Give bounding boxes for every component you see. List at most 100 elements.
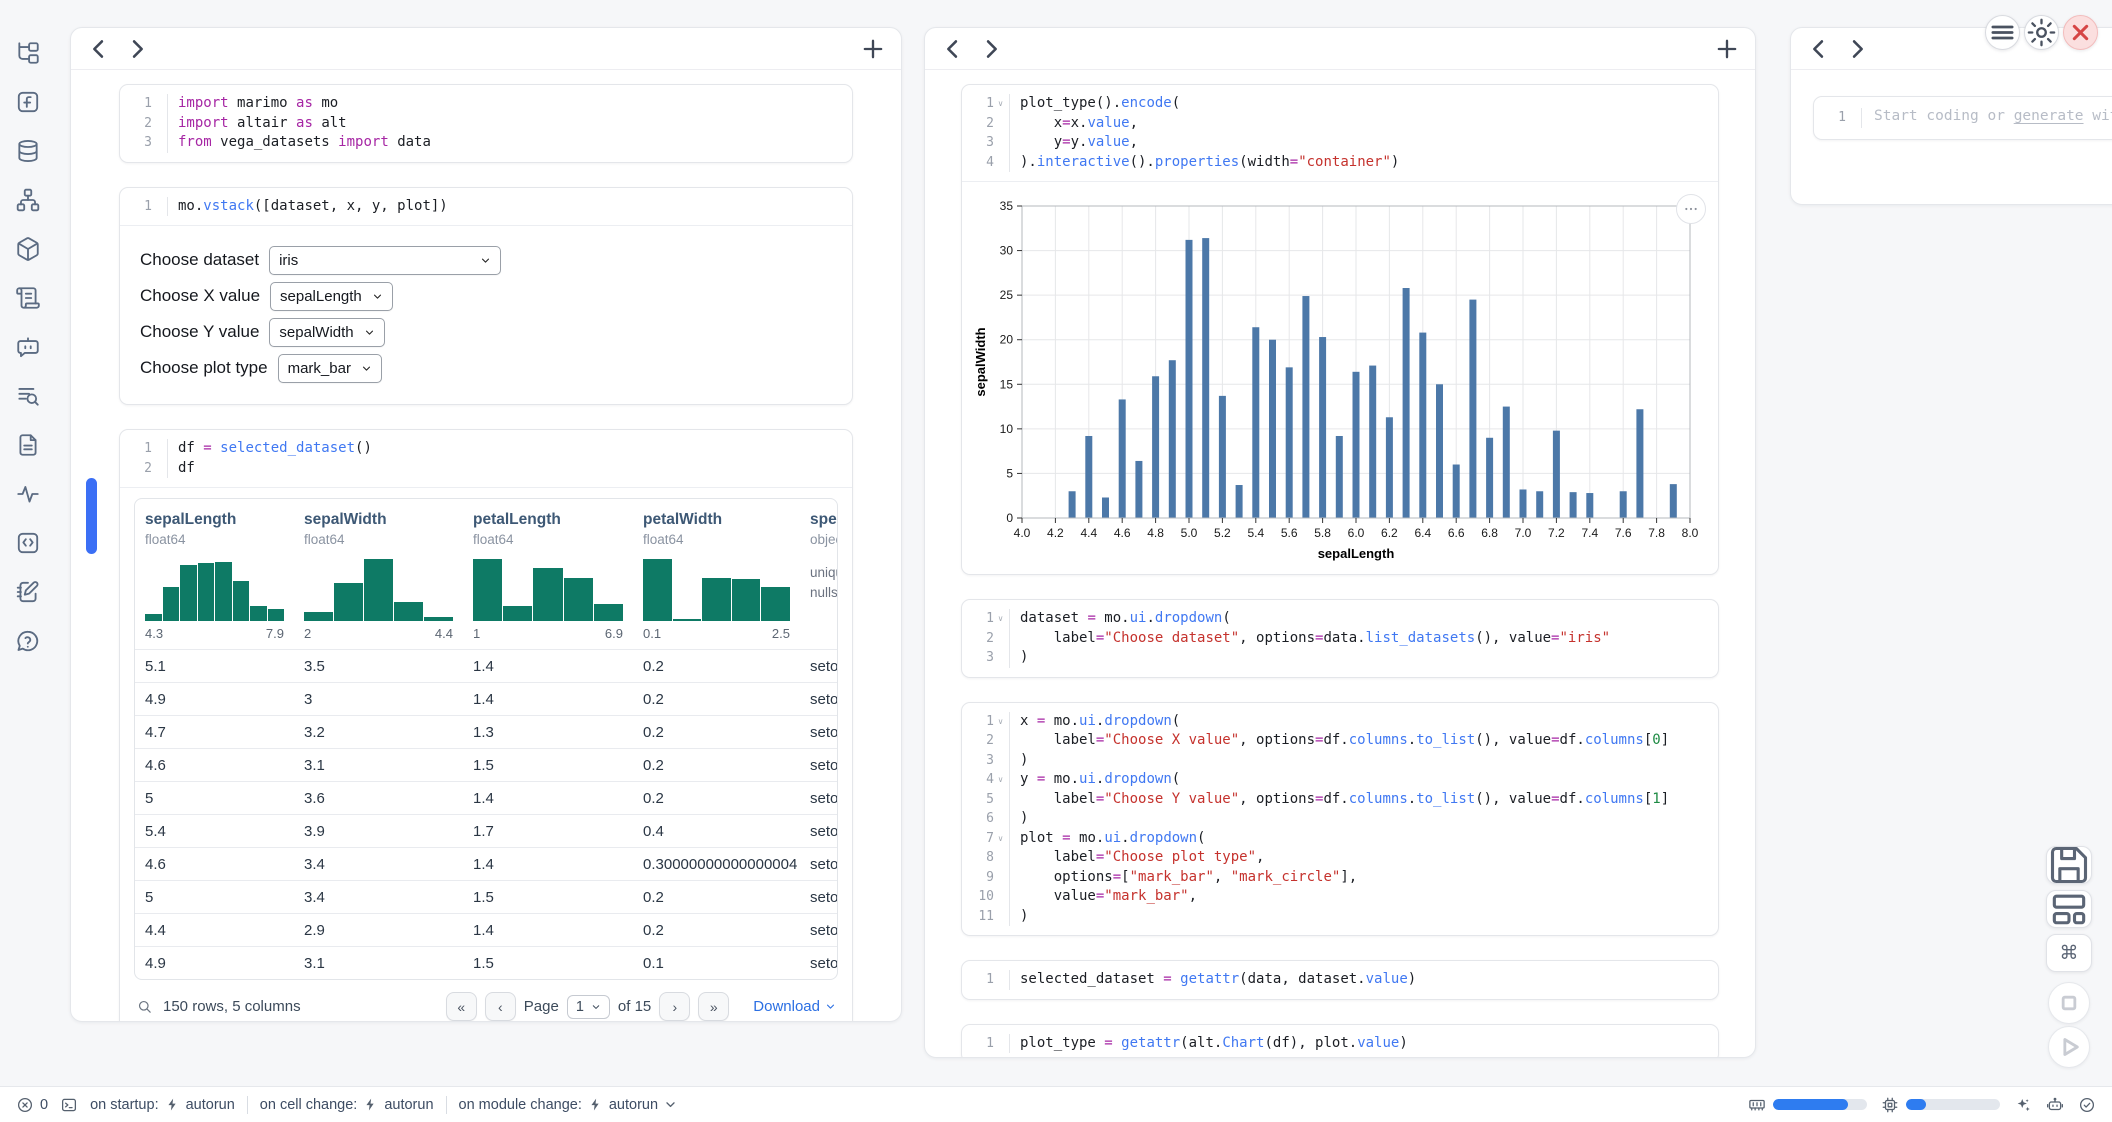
line-number: 4 xyxy=(968,155,994,170)
column-dtype: float64 xyxy=(304,532,453,547)
config-label: on module change: xyxy=(459,1097,582,1113)
code-line: plot = mo.ui.dropdown( xyxy=(1020,829,1706,849)
terminal-button[interactable] xyxy=(60,1096,78,1114)
runtime-config-1[interactable]: on startup:autorun xyxy=(90,1097,235,1113)
table-row: 53.61.40.2setosa xyxy=(135,781,837,814)
table-cell: setosa xyxy=(800,757,838,774)
ai-assistant-button[interactable] xyxy=(2014,1096,2032,1114)
table-cell: 3.1 xyxy=(294,757,463,774)
table-cell: 3.5 xyxy=(294,658,463,675)
code-editor-dataset[interactable]: 1∨23dataset = mo.ui.dropdown( label="Cho… xyxy=(962,600,1718,677)
sidebar-item-scratchpad[interactable] xyxy=(15,579,41,605)
dropdown-choose-dataset[interactable]: iris xyxy=(269,246,501,275)
column-range: 0.12.5 xyxy=(643,626,790,641)
connection-status-button[interactable] xyxy=(2078,1096,2096,1114)
bar-chart[interactable]: 4.04.24.44.64.85.05.25.45.65.86.06.26.46… xyxy=(972,194,1712,566)
sidebar-item-tracing[interactable] xyxy=(15,481,41,507)
code-editor-vstack[interactable]: 1mo.vstack([dataset, x, y, plot]) xyxy=(120,188,852,226)
table-cell: 5.1 xyxy=(135,658,294,675)
chart-menu-button[interactable] xyxy=(1676,194,1706,224)
layout-toggle-button[interactable] xyxy=(2046,890,2092,928)
last-page-button[interactable]: » xyxy=(698,992,729,1021)
stop-kernel-button[interactable] xyxy=(2048,982,2090,1024)
code-line: mo.vstack([dataset, x, y, plot]) xyxy=(178,197,840,217)
code-editor-plot-type[interactable]: 1plot_type = getattr(alt.Chart(df), plot… xyxy=(962,1025,1718,1058)
dropdown-choose-plot-type[interactable]: mark_bar xyxy=(278,354,382,383)
first-page-button[interactable]: « xyxy=(446,992,477,1021)
code-editor-dataframe[interactable]: 12df = selected_dataset()df xyxy=(120,430,852,487)
max-value: 2.5 xyxy=(772,626,790,641)
next-page-button[interactable]: › xyxy=(659,992,690,1021)
errors-indicator[interactable]: 0 xyxy=(16,1096,48,1114)
line-number: 1 xyxy=(968,96,994,111)
shutdown-button[interactable] xyxy=(2063,15,2098,50)
sidebar-item-database[interactable] xyxy=(15,138,41,164)
sidebar-item-logs[interactable] xyxy=(15,383,41,409)
cell-focus-indicator[interactable] xyxy=(86,478,97,554)
add-cell-button[interactable] xyxy=(859,35,887,63)
dropdown-choose-x-value[interactable]: sepalLength xyxy=(270,282,393,311)
sidebar-item-help[interactable] xyxy=(15,628,41,654)
sidebar-item-file-tree[interactable] xyxy=(15,40,41,66)
runtime-config-items: on startup:autorun on cell change:autorun… xyxy=(90,1096,677,1114)
svg-text:15: 15 xyxy=(1000,377,1014,391)
copilot-button[interactable] xyxy=(2046,1096,2064,1114)
search-icon[interactable] xyxy=(136,998,153,1015)
save-button[interactable] xyxy=(2046,846,2092,884)
download-button[interactable]: Download xyxy=(753,998,836,1015)
column-back-button[interactable] xyxy=(85,35,113,63)
column-name: petalWidth xyxy=(643,511,790,529)
cell-placeholder[interactable]: Start coding or generate with AI xyxy=(1861,108,2112,128)
runtime-config-2[interactable]: on cell change:autorun xyxy=(260,1097,434,1113)
generate-with-ai-link[interactable]: generate xyxy=(2014,108,2084,124)
code-line: ) xyxy=(1020,648,1706,668)
code-editor-selected-dataset[interactable]: 1selected_dataset = getattr(data, datase… xyxy=(962,961,1718,999)
column-back-button[interactable] xyxy=(939,35,967,63)
line-number: 2 xyxy=(968,116,994,131)
sidebar-item-scroll[interactable] xyxy=(15,285,41,311)
column-forward-button[interactable] xyxy=(1843,35,1871,63)
code-editor-xyplot[interactable]: 1∨234∨567∨891011x = mo.ui.dropdown( labe… xyxy=(962,703,1718,936)
dropdown-choose-y-value[interactable]: sepalWidth xyxy=(269,318,384,347)
sidebar-item-package[interactable] xyxy=(15,236,41,262)
svg-text:7.6: 7.6 xyxy=(1615,526,1632,540)
run-all-button[interactable] xyxy=(2048,1026,2090,1068)
keyboard-shortcuts-button[interactable]: ⌘ xyxy=(2046,934,2092,972)
table-cell: 4.6 xyxy=(135,856,294,873)
line-number: 7 xyxy=(968,831,994,846)
column-back-button[interactable] xyxy=(1805,35,1833,63)
code-editor-imports[interactable]: 123import marimo as moimport altair as a… xyxy=(120,85,852,162)
prev-page-button[interactable]: ‹ xyxy=(485,992,516,1021)
code-line: from vega_datasets import data xyxy=(178,133,840,153)
sidebar-item-chat[interactable] xyxy=(15,334,41,360)
sidebar-item-dependency-graph[interactable] xyxy=(15,187,41,213)
dropdown-value: iris xyxy=(279,252,298,269)
table-cell: 1.4 xyxy=(463,790,633,807)
add-cell-button[interactable] xyxy=(1713,35,1741,63)
column-forward-button[interactable] xyxy=(123,35,151,63)
code-editor-plot[interactable]: 1∨234plot_type().encode( x=x.value, y=y.… xyxy=(962,85,1718,181)
sidebar-item-functions[interactable] xyxy=(15,89,41,115)
middle-notebook-column: 1∨234plot_type().encode( x=x.value, y=y.… xyxy=(924,27,1756,1058)
notebook-menu-button[interactable] xyxy=(1985,15,2020,50)
sidebar-item-documentation[interactable] xyxy=(15,432,41,458)
column-histogram xyxy=(304,559,453,621)
table-cell: 0.2 xyxy=(633,757,800,774)
empty-code-cell[interactable]: 1 Start coding or generate with AI xyxy=(1813,96,2112,140)
bolt-icon xyxy=(165,1097,180,1112)
runtime-config-3[interactable]: on module change:autorun xyxy=(459,1097,678,1113)
line-number: 2 xyxy=(126,461,152,476)
sidebar-item-snippets[interactable] xyxy=(15,530,41,556)
column-name: species xyxy=(810,511,838,529)
page-select[interactable]: 1 xyxy=(567,995,610,1019)
line-number: 2 xyxy=(968,733,994,748)
column-forward-button[interactable] xyxy=(977,35,1005,63)
table-cell: setosa xyxy=(800,691,838,708)
settings-button[interactable] xyxy=(2024,15,2059,50)
column-header-sepalWidth: sepalWidthfloat6424.4 xyxy=(294,511,463,641)
svg-text:6.4: 6.4 xyxy=(1414,526,1431,540)
chevron-left-icon xyxy=(939,35,967,63)
line-number: 1 xyxy=(126,96,152,111)
package-icon xyxy=(15,236,41,262)
line-number: 10 xyxy=(968,889,994,904)
